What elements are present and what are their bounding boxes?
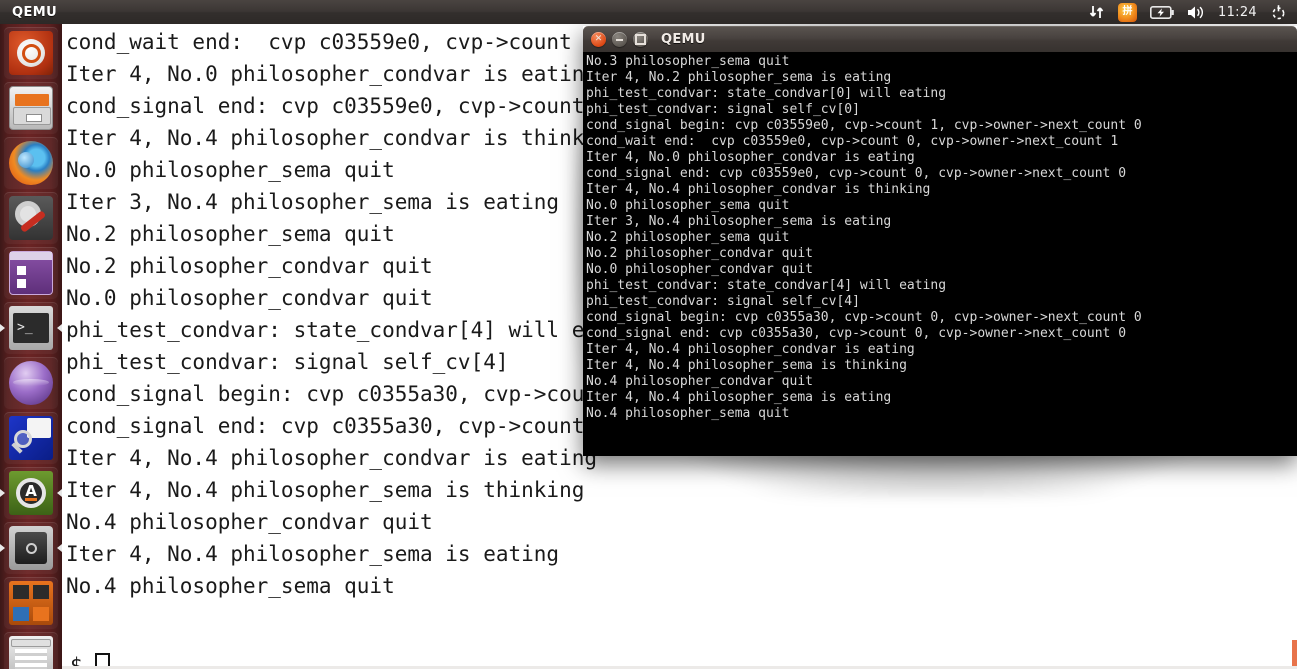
minimize-icon[interactable] (612, 32, 627, 47)
software-center-icon (9, 251, 53, 295)
qemu-titlebar[interactable]: ✕ QEMU (583, 26, 1297, 52)
trash-icon (9, 636, 53, 669)
close-icon[interactable]: ✕ (591, 32, 606, 47)
purple-sphere-icon (9, 361, 53, 405)
magnifier-help-icon (9, 416, 53, 460)
system-tray[interactable]: 拼 11:24 (1089, 2, 1297, 22)
workspace-switcher-icon (9, 581, 53, 625)
maximize-icon[interactable] (633, 32, 648, 47)
launcher-item-trash[interactable] (4, 632, 58, 669)
unity-launcher[interactable]: >_ A (0, 24, 62, 669)
launcher-item-workspace-switcher[interactable] (4, 577, 58, 629)
scroll-indicator[interactable] (1292, 640, 1297, 669)
panel-app-title: QEMU (12, 4, 58, 20)
chinese-pinyin-ime-icon[interactable]: 拼 (1118, 2, 1138, 22)
launcher-item-dash-home[interactable] (4, 27, 58, 79)
qemu-window[interactable]: ✕ QEMU No.3 philosopher_sema quit Iter 4… (583, 26, 1297, 456)
launcher-item-update-manager[interactable]: A (0, 467, 62, 519)
launcher-item-firefox[interactable] (4, 137, 58, 189)
ubuntu-logo-icon (9, 31, 53, 75)
launcher-item-backup-safe[interactable] (0, 522, 62, 574)
gear-wrench-icon (9, 196, 53, 240)
battery-icon[interactable] (1150, 5, 1174, 19)
launcher-item-software-center[interactable] (4, 247, 58, 299)
volume-icon[interactable] (1187, 5, 1205, 20)
safe-lock-icon (9, 526, 53, 570)
launcher-item-media-player[interactable] (4, 357, 58, 409)
qemu-window-title: QEMU (661, 32, 706, 47)
firefox-icon (9, 141, 53, 185)
ime-label: 拼 (1122, 6, 1133, 17)
launcher-item-help[interactable] (4, 412, 58, 464)
desktop-screen: cond_wait end: cvp c03559e0, cvp->count … (0, 0, 1297, 669)
update-manager-icon: A (9, 471, 53, 515)
session-gear-icon[interactable] (1270, 4, 1287, 21)
qemu-terminal-screen[interactable]: No.3 philosopher_sema quit Iter 4, No.2 … (583, 52, 1297, 456)
clock[interactable]: 11:24 (1218, 5, 1257, 20)
network-up-down-icon[interactable] (1089, 5, 1105, 19)
launcher-item-system-settings[interactable] (4, 192, 58, 244)
launcher-item-terminal[interactable]: >_ (0, 302, 62, 354)
launcher-item-files[interactable] (4, 82, 58, 134)
terminal-icon: >_ (9, 306, 53, 350)
unity-top-panel[interactable]: QEMU 拼 11:24 (0, 0, 1297, 24)
file-manager-icon (9, 86, 53, 130)
qemu-terminal-output: No.3 philosopher_sema quit Iter 4, No.2 … (586, 54, 1142, 421)
